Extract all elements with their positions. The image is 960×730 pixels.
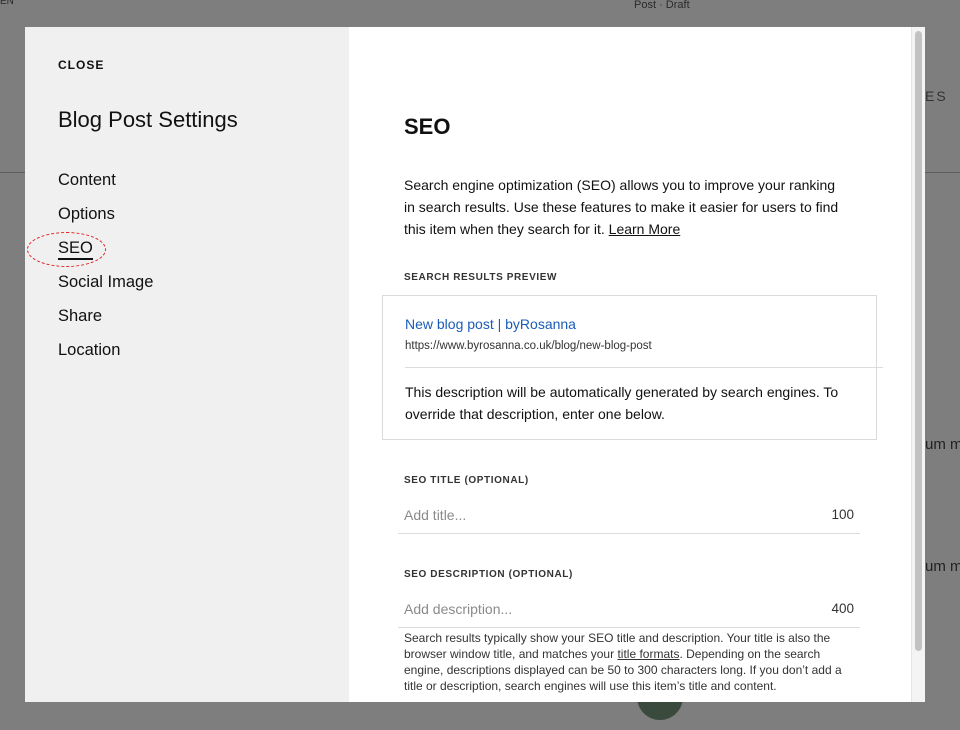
nav-item-content[interactable]: Content xyxy=(58,172,153,206)
nav-item-label: SEO xyxy=(58,239,93,260)
settings-title: Blog Post Settings xyxy=(58,107,238,132)
nav-item-label: Share xyxy=(58,307,103,325)
seo-description-input[interactable] xyxy=(404,594,804,624)
blog-post-settings-modal: CLOSE Blog Post Settings Content Options… xyxy=(25,27,925,702)
close-button[interactable]: CLOSE xyxy=(58,58,104,72)
nav-item-social-image[interactable]: Social Image xyxy=(58,274,153,308)
seo-title-label: SEO TITLE (OPTIONAL) xyxy=(404,475,529,486)
panel-title: SEO xyxy=(404,114,451,139)
preview-url: https://www.byrosanna.co.uk/blog/new-blo… xyxy=(405,340,652,352)
preview-divider xyxy=(405,367,883,368)
scrollbar-thumb[interactable] xyxy=(915,31,922,651)
nav-item-label: Social Image xyxy=(58,273,154,291)
seo-title-field: 100 xyxy=(398,500,860,534)
background-text-fragment: um m xyxy=(925,436,960,453)
background-divider xyxy=(0,172,25,173)
settings-sidebar: CLOSE Blog Post Settings Content Options… xyxy=(25,27,349,702)
background-topbar: EN Post · Draft xyxy=(0,0,960,27)
background-corner-text: EN xyxy=(0,0,14,7)
seo-description-field: 400 xyxy=(398,594,860,628)
seo-panel: SEO Search engine optimization (SEO) all… xyxy=(349,27,911,702)
panel-scrollbar[interactable] xyxy=(911,27,925,702)
post-status: Post · Draft xyxy=(634,0,690,11)
background-divider xyxy=(925,172,960,173)
settings-nav: Content Options SEO Social Image Share L… xyxy=(58,172,153,376)
search-preview-label: SEARCH RESULTS PREVIEW xyxy=(404,272,558,283)
nav-item-share[interactable]: Share xyxy=(58,308,153,342)
nav-item-options[interactable]: Options xyxy=(58,206,153,240)
panel-description: Search engine optimization (SEO) allows … xyxy=(404,174,844,240)
background-text-fragment: um m xyxy=(925,558,960,575)
seo-description-label: SEO DESCRIPTION (OPTIONAL) xyxy=(404,569,573,580)
search-results-preview: New blog post | byRosanna https://www.by… xyxy=(382,295,883,440)
nav-item-label: Location xyxy=(58,341,121,359)
nav-item-label: Content xyxy=(58,171,116,189)
seo-title-char-count: 100 xyxy=(831,507,854,522)
seo-description-char-count: 400 xyxy=(831,601,854,616)
title-formats-link[interactable]: title formats xyxy=(617,647,679,661)
preview-description: This description will be automatically g… xyxy=(405,384,839,422)
background-nav-fragment: ES xyxy=(925,88,948,104)
nav-item-seo[interactable]: SEO xyxy=(58,239,153,274)
nav-item-location[interactable]: Location xyxy=(58,342,153,376)
seo-title-input[interactable] xyxy=(404,500,804,530)
learn-more-link[interactable]: Learn More xyxy=(609,221,681,237)
seo-help-text: Search results typically show your SEO t… xyxy=(404,630,859,694)
nav-item-label: Options xyxy=(58,205,115,223)
preview-title-link[interactable]: New blog post | byRosanna xyxy=(405,316,576,332)
